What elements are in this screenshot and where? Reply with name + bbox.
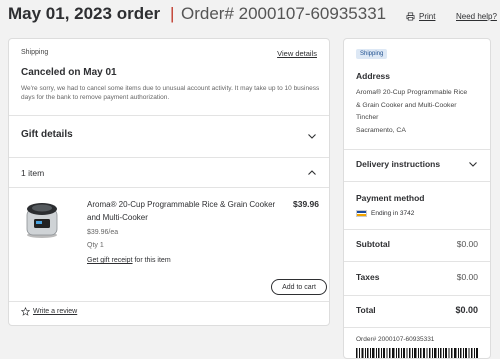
view-details-link[interactable]: View details — [277, 49, 317, 58]
divider — [344, 261, 490, 262]
order-details-card: Shipping View details Canceled on May 01… — [8, 38, 330, 326]
divider — [9, 187, 329, 188]
shipping-badge: Shipping — [356, 49, 388, 59]
divider — [9, 301, 329, 302]
divider — [344, 181, 490, 182]
payment-card-row: Ending in 3742 — [356, 210, 414, 217]
gift-details-title: Gift details — [21, 129, 73, 140]
divider — [344, 229, 490, 230]
total-value: $0.00 — [455, 305, 478, 315]
address-block: Aroma® 20-Cup Programmable Rice & Grain … — [356, 87, 486, 137]
divider — [9, 157, 329, 158]
gift-receipt-suffix: for this item — [132, 257, 171, 264]
add-to-cart-button[interactable]: Add to cart — [271, 279, 327, 295]
divider — [9, 115, 329, 116]
header-separator: | — [170, 4, 175, 23]
total-label: Total — [356, 305, 376, 315]
divider — [344, 295, 490, 296]
visa-card-icon — [356, 210, 367, 217]
address-line: & Grain Cooker and Multi-Cooker — [356, 101, 457, 109]
address-line: Tincher — [356, 114, 379, 121]
order-summary-card: Shipping Address Aroma® 20-Cup Programma… — [343, 38, 491, 359]
print-link[interactable]: Print — [406, 12, 435, 21]
product-image[interactable] — [23, 199, 61, 239]
order-header: May 01, 2023 order | Order# 2000107-6093… — [8, 4, 498, 26]
order-number-footer: Order# 2000107-60935331 — [356, 336, 435, 343]
cancel-status-title: Canceled on May 01 — [21, 67, 117, 78]
product-price: $39.96 — [293, 199, 319, 209]
divider — [344, 149, 490, 150]
need-help-link[interactable]: Need help? — [456, 12, 497, 21]
order-number: Order# 2000107-60935331 — [181, 4, 387, 23]
taxes-label: Taxes — [356, 272, 380, 282]
divider — [344, 327, 490, 328]
card-ending: Ending in 3742 — [371, 210, 415, 217]
gift-receipt-row: Get gift receipt for this item — [87, 257, 171, 264]
star-icon — [21, 307, 30, 316]
write-review-label: Write a review — [33, 308, 78, 315]
gift-receipt-link[interactable]: Get gift receipt — [87, 257, 133, 264]
address-line: Aroma® 20-Cup Programmable Rice — [356, 89, 468, 96]
chevron-down-icon[interactable] — [307, 131, 317, 141]
barcode — [356, 348, 478, 358]
order-date-title: May 01, 2023 order — [8, 4, 161, 23]
unit-price: $39.96/ea — [87, 229, 119, 236]
shipping-label: Shipping — [21, 49, 49, 56]
cancel-message: We're sorry, we had to cancel some items… — [21, 85, 320, 101]
address-line: Sacramento, CA — [356, 126, 406, 134]
quantity: Qty 1 — [87, 242, 104, 249]
chevron-down-icon[interactable] — [468, 159, 478, 169]
write-review-link[interactable]: Write a review — [21, 307, 77, 316]
taxes-value: $0.00 — [456, 272, 478, 282]
subtotal-label: Subtotal — [356, 239, 390, 249]
product-name[interactable]: Aroma® 20-Cup Programmable Rice & Grain … — [87, 199, 283, 224]
payment-method-title: Payment method — [356, 193, 425, 203]
print-label: Print — [419, 12, 436, 21]
items-count: 1 item — [21, 168, 45, 178]
chevron-up-icon[interactable] — [307, 168, 317, 178]
print-icon — [406, 12, 415, 21]
subtotal-value: $0.00 — [456, 239, 478, 249]
address-title: Address — [356, 71, 391, 81]
delivery-instructions-title: Delivery instructions — [356, 159, 441, 169]
